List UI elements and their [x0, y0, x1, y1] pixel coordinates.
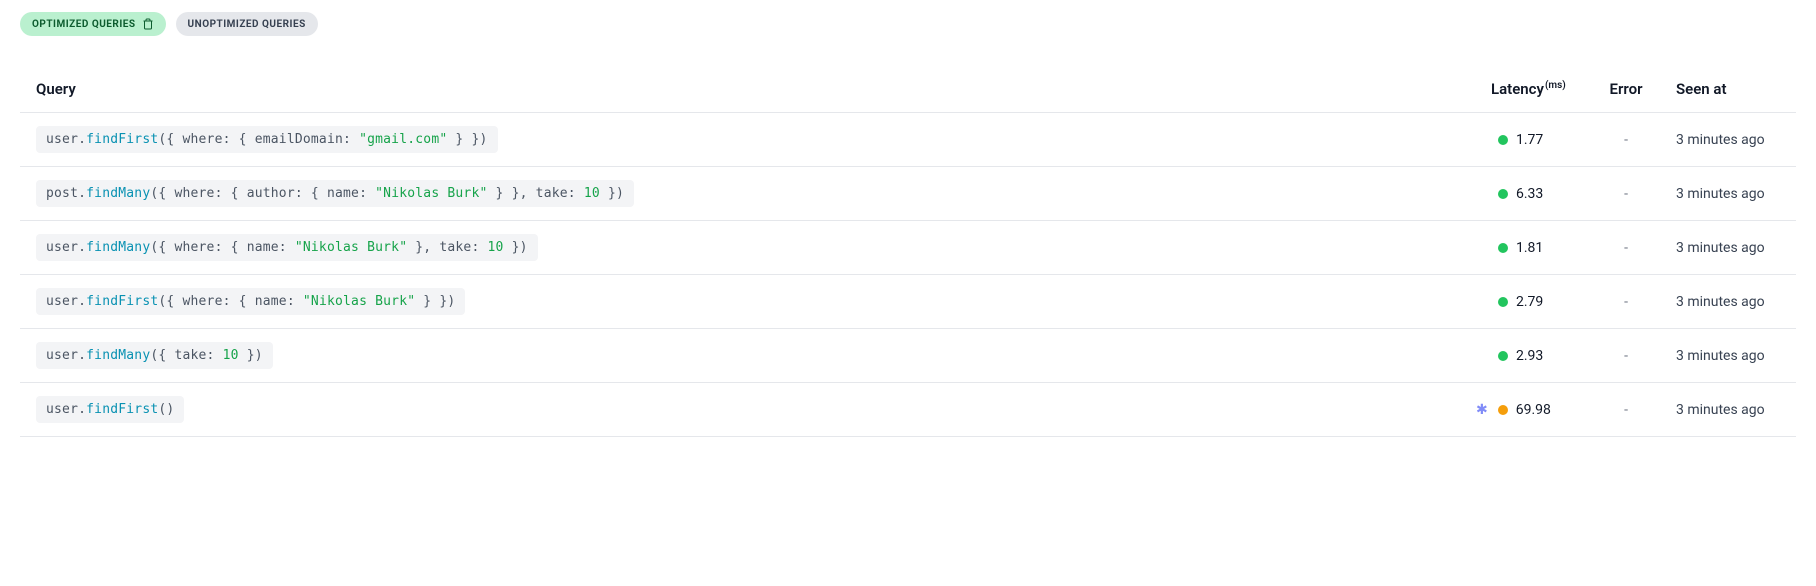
latency-cell: 1.81: [1476, 240, 1596, 256]
latency-value: 69.98: [1516, 402, 1551, 418]
error-cell: -: [1596, 402, 1656, 418]
query-code: user.findFirst({ where: { emailDomain: "…: [36, 126, 498, 153]
status-dot-orange: [1498, 405, 1508, 415]
seen-at-cell: 3 minutes ago: [1656, 402, 1796, 418]
query-code: user.findFirst(): [36, 396, 184, 423]
seen-at-cell: 3 minutes ago: [1656, 132, 1796, 148]
latency-cell: ✱ 69.98: [1476, 402, 1596, 418]
table-row[interactable]: user.findMany({ where: { name: "Nikolas …: [20, 221, 1796, 275]
header-query: Query: [20, 80, 1476, 98]
seen-at-cell: 3 minutes ago: [1656, 240, 1796, 256]
latency-value: 6.33: [1516, 186, 1543, 202]
seen-at-cell: 3 minutes ago: [1656, 348, 1796, 364]
tab-optimized-queries[interactable]: OPTIMIZED QUERIES: [20, 12, 166, 36]
status-dot-green: [1498, 297, 1508, 307]
latency-cell: 6.33: [1476, 186, 1596, 202]
table-row[interactable]: user.findFirst() ✱ 69.98 - 3 minutes ago: [20, 383, 1796, 437]
header-latency: Latency(ms): [1476, 80, 1596, 98]
status-dot-green: [1498, 135, 1508, 145]
error-cell: -: [1596, 294, 1656, 310]
query-cell: user.findMany({ take: 10 }): [20, 342, 1476, 369]
error-cell: -: [1596, 240, 1656, 256]
query-cell: user.findFirst(): [20, 396, 1476, 423]
table-row[interactable]: user.findFirst({ where: { name: "Nikolas…: [20, 275, 1796, 329]
tab-unoptimized-queries[interactable]: UNOPTIMIZED QUERIES: [176, 12, 318, 36]
status-dot-green: [1498, 189, 1508, 199]
status-dot-green: [1498, 243, 1508, 253]
error-cell: -: [1596, 348, 1656, 364]
error-cell: -: [1596, 186, 1656, 202]
query-code: user.findMany({ take: 10 }): [36, 342, 273, 369]
query-cell: user.findFirst({ where: { name: "Nikolas…: [20, 288, 1476, 315]
status-dot-green: [1498, 351, 1508, 361]
query-code: user.findFirst({ where: { name: "Nikolas…: [36, 288, 465, 315]
table-row[interactable]: user.findMany({ take: 10 }) 2.93 - 3 min…: [20, 329, 1796, 383]
tabs-container: OPTIMIZED QUERIES UNOPTIMIZED QUERIES: [20, 12, 1796, 36]
trash-icon[interactable]: [142, 18, 154, 30]
latency-value: 1.81: [1516, 240, 1543, 256]
error-cell: -: [1596, 132, 1656, 148]
table-row[interactable]: post.findMany({ where: { author: { name:…: [20, 167, 1796, 221]
table-header-row: Query Latency(ms) Error Seen at: [20, 66, 1796, 113]
header-error: Error: [1596, 80, 1656, 98]
latency-value: 2.93: [1516, 348, 1543, 364]
seen-at-cell: 3 minutes ago: [1656, 294, 1796, 310]
query-code: post.findMany({ where: { author: { name:…: [36, 180, 634, 207]
latency-cell: 1.77: [1476, 132, 1596, 148]
tab-optimized-label: OPTIMIZED QUERIES: [32, 19, 136, 30]
query-cell: post.findMany({ where: { author: { name:…: [20, 180, 1476, 207]
query-code: user.findMany({ where: { name: "Nikolas …: [36, 234, 538, 261]
seen-at-cell: 3 minutes ago: [1656, 186, 1796, 202]
queries-table: Query Latency(ms) Error Seen at user.fin…: [20, 66, 1796, 437]
latency-value: 1.77: [1516, 132, 1543, 148]
query-cell: user.findMany({ where: { name: "Nikolas …: [20, 234, 1476, 261]
table-row[interactable]: user.findFirst({ where: { emailDomain: "…: [20, 113, 1796, 167]
tab-unoptimized-label: UNOPTIMIZED QUERIES: [188, 19, 306, 30]
latency-cell: 2.79: [1476, 294, 1596, 310]
star-icon: ✱: [1476, 402, 1488, 418]
latency-cell: 2.93: [1476, 348, 1596, 364]
latency-value: 2.79: [1516, 294, 1543, 310]
query-cell: user.findFirst({ where: { emailDomain: "…: [20, 126, 1476, 153]
header-seen-at: Seen at: [1656, 80, 1796, 98]
